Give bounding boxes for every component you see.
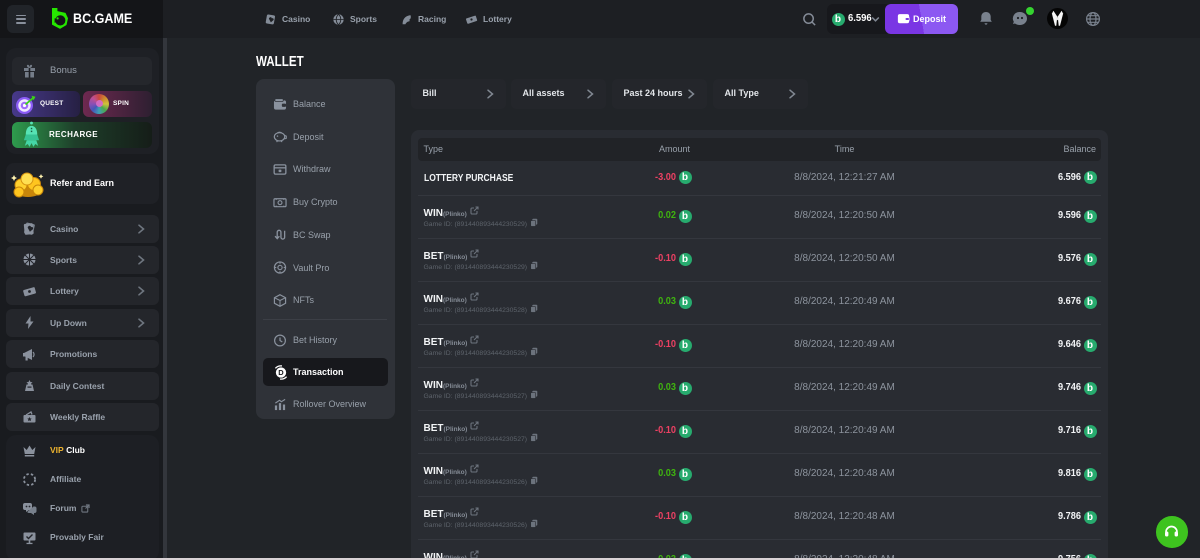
svg-text:D: D xyxy=(278,368,284,377)
